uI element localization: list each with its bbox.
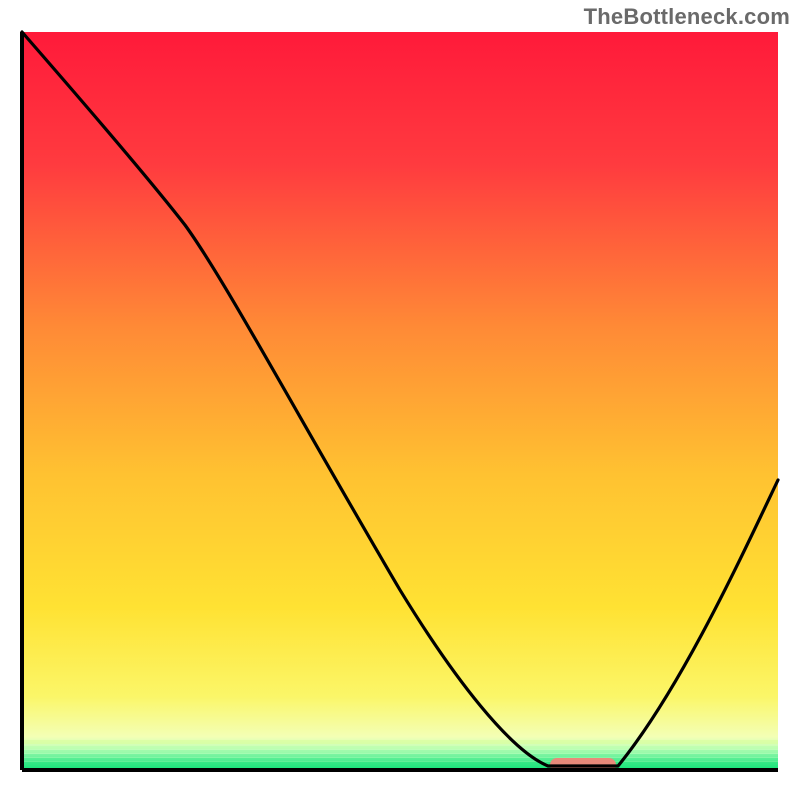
gradient-background [22, 32, 778, 770]
watermark-text: TheBottleneck.com [584, 4, 790, 30]
plot-area [22, 32, 778, 772]
bottleneck-chart [0, 0, 800, 800]
chart-container: TheBottleneck.com [0, 0, 800, 800]
